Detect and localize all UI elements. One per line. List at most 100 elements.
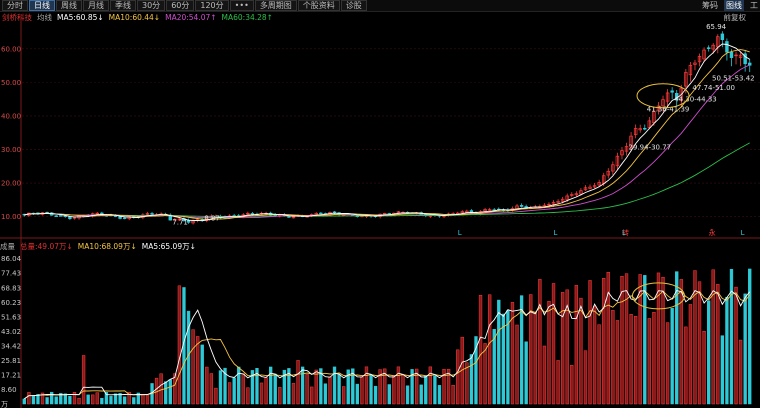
volume-bar [533,311,537,405]
volume-bar [538,279,542,405]
volume-bar [373,385,378,405]
volume-bar [743,293,747,405]
volume-tick-label: 25.81 [1,357,21,365]
volume-bar [364,366,369,405]
candle-body [706,47,711,49]
volume-tick-label: 34.42 [1,342,21,350]
candle-body [519,205,524,207]
volume-bar [86,394,90,405]
x-marker: L [622,229,626,237]
volume-bar [355,383,360,405]
candle-body [729,51,734,58]
volume-tick-label: 60.23 [1,299,21,307]
ma20-line [24,64,750,219]
price-annotation: 50.51-53.42 [712,75,755,83]
price-tick-label: 10.00 [1,213,21,221]
volume-bar [547,301,551,405]
volume-bar [77,397,81,405]
candle-body [720,33,725,40]
volume-tick-label: 8.60 [1,386,17,394]
price-annotation: 65.94 [706,23,727,31]
volume-bar [113,393,118,405]
volume-bar [360,376,364,405]
volume-bar [227,382,232,405]
volume-bar [405,385,410,405]
candle-body [122,217,127,219]
volume-bar [232,377,236,405]
volume-bar [68,395,72,405]
candle-body [150,213,154,215]
price-tick-label: 50.00 [1,79,21,87]
volume-bar [679,279,683,405]
volume-bar [72,392,77,405]
volume-bar [661,276,665,405]
volume-bar [214,387,218,405]
volume-bar [132,397,136,405]
volume-bar [218,370,223,405]
volume-bar [241,373,245,405]
candle-body [643,127,647,130]
volume-bar [278,387,282,405]
price-annotation: 44.30-44.33 [674,96,717,104]
volume-bar [729,268,734,405]
volume-bar [424,375,428,405]
volume-bar [314,369,318,405]
volume-bar [273,373,277,405]
x-marker: L [458,229,462,237]
price-tick-label: 40.00 [1,112,21,120]
candle-body [68,216,72,220]
volume-bar [145,395,150,405]
volume-bar [177,285,182,405]
x-marker: 永 [709,228,716,237]
volume-bar [588,280,592,405]
volume-bar [706,300,711,405]
volume-bar [369,374,373,405]
volume-bar [620,275,624,405]
price-tick-label: 20.00 [1,180,21,188]
volume-bar [401,375,405,405]
volume-bar [27,392,31,405]
volume-bar [91,394,95,405]
volume-bar [574,285,579,405]
volume-bar [643,275,647,405]
price-tick-label: 30.00 [1,146,21,154]
volume-tick-label: 86.04 [1,255,22,263]
volume-bar [49,391,54,405]
price-annotation: 7.71 [172,218,188,226]
volume-bar [451,385,455,405]
volume-bar [551,283,556,405]
volume-bar [492,329,496,405]
x-marker: L [741,229,745,237]
candle-body [332,211,337,214]
volume-bar [323,383,328,405]
volume-bar [337,374,341,405]
volume-bar [579,297,583,405]
volume-bar [542,345,547,405]
volume-bar [296,360,300,405]
volume-bar [300,366,305,405]
volume-bar [629,314,633,405]
volume-bar [168,379,172,405]
volume-bar [191,329,195,405]
volume-bar [54,396,58,405]
volume-bar [720,335,725,405]
candle-body [54,215,58,217]
volume-bar [305,374,309,405]
volume-bar [665,322,670,405]
volume-bar [387,384,391,405]
volume-bar [141,394,145,405]
volume-bar [95,392,99,405]
volume-bar [716,284,720,405]
volume-bar [291,383,296,405]
volume-bar [341,386,346,405]
volume-bar [524,341,528,405]
volume-bar [734,286,738,405]
volume-bar [570,365,574,405]
volume-bar [465,362,469,405]
stock-chart[interactable]: 10.00 20.00 30.00 40.00 50.00 60.00 86.04 77.43… [0,0,760,408]
volume-bar [711,269,715,405]
candle-body [725,41,729,53]
volume-bar [647,318,652,405]
volume-bar [237,366,241,405]
volume-tick-label: 万 [1,401,8,408]
